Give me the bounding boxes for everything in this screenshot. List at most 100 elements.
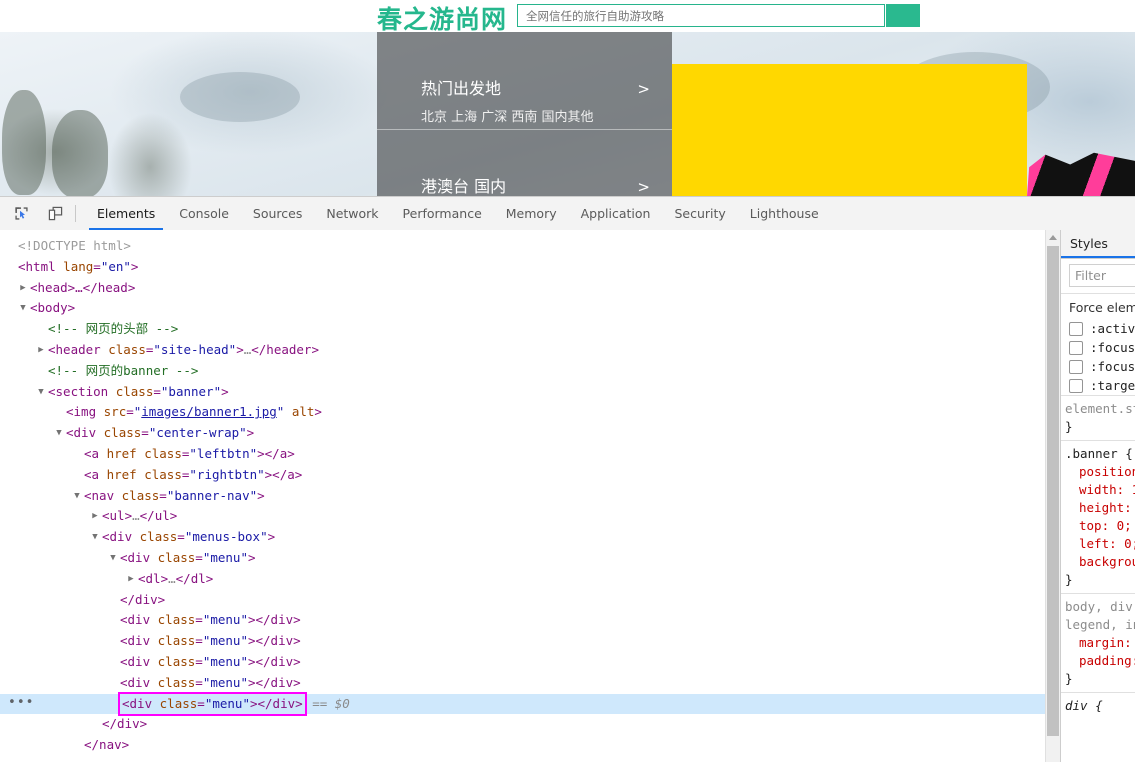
menu-item[interactable]: 港澳台 国内 香港 澳门 台湾 国内其他 > bbox=[377, 146, 672, 196]
tab-sources[interactable]: Sources bbox=[241, 197, 314, 230]
tab-security[interactable]: Security bbox=[662, 197, 737, 230]
rule-prop[interactable]: height: 600px; bbox=[1065, 499, 1135, 517]
twisty-icon[interactable] bbox=[18, 278, 28, 299]
twisty-icon[interactable] bbox=[18, 298, 28, 319]
img-src-link[interactable]: images/banner1.jpg bbox=[141, 404, 276, 419]
tab-application[interactable]: Application bbox=[569, 197, 663, 230]
style-rule-reset[interactable]: body, div, dl, dt, dd, ul, ol, li, h1, l… bbox=[1061, 593, 1135, 692]
banner-menus-box: 热门出发地 北京 上海 广深 西南 国内其他 > 港澳台 国内 香港 澳门 台湾… bbox=[377, 32, 672, 196]
dom-line-doctype[interactable]: <!DOCTYPE html> bbox=[0, 236, 1045, 257]
chevron-right-icon: > bbox=[637, 178, 650, 196]
pseudo-label: :focus bbox=[1090, 340, 1135, 355]
pseudo-label: :active bbox=[1090, 321, 1135, 336]
twisty-icon[interactable] bbox=[36, 382, 46, 403]
dom-line-nav-close[interactable]: </nav> bbox=[0, 735, 1045, 756]
search-button[interactable] bbox=[886, 4, 920, 27]
dom-line-menu-empty[interactable]: <div class="menu"></div> bbox=[0, 673, 1045, 694]
dom-line-img[interactable]: <img src="images/banner1.jpg" alt> bbox=[0, 402, 1045, 423]
dom-line-menu-empty[interactable]: <div class="menu"></div> bbox=[0, 631, 1045, 652]
checkbox-icon[interactable] bbox=[1069, 321, 1083, 336]
style-rule-div[interactable]: div { bbox=[1061, 692, 1135, 719]
devtools-window: 春之游尚网 热门出发地 北京 上海 广 bbox=[0, 0, 1135, 762]
header-search bbox=[517, 4, 920, 29]
checkbox-icon[interactable] bbox=[1069, 340, 1083, 355]
comment-text: <!-- 网页的banner --> bbox=[48, 362, 199, 378]
attr-lang-value: "en" bbox=[100, 258, 131, 274]
rule-prop[interactable]: left: 0; bbox=[1065, 535, 1135, 553]
dom-tree: <!DOCTYPE html> <html lang="en"> <head>…… bbox=[0, 230, 1045, 756]
search-input-wrap[interactable] bbox=[517, 4, 885, 27]
twisty-icon[interactable] bbox=[126, 569, 136, 590]
dom-line-comment-banner[interactable]: <!-- 网页的banner --> bbox=[0, 361, 1045, 382]
dom-line-nav[interactable]: <nav class="banner-nav"> bbox=[0, 486, 1045, 507]
style-rule-element[interactable]: element.style { } bbox=[1061, 395, 1135, 440]
rule-prop[interactable]: padding: 0; bbox=[1065, 652, 1135, 670]
dom-line-ul[interactable]: <ul>…</ul> bbox=[0, 506, 1045, 527]
site-logo[interactable]: 春之游尚网 bbox=[377, 0, 507, 36]
dom-line-center-wrap[interactable]: <div class="center-wrap"> bbox=[0, 423, 1045, 444]
dom-line-menu-open[interactable]: <div class="menu"> bbox=[0, 548, 1045, 569]
twisty-icon[interactable] bbox=[90, 506, 100, 527]
dom-line-menu-empty[interactable]: <div class="menu"></div> bbox=[0, 652, 1045, 673]
more-options-icon[interactable]: ••• bbox=[8, 696, 33, 711]
force-state-label: Force element state bbox=[1069, 300, 1135, 315]
menu-item[interactable]: 热门出发地 北京 上海 广深 西南 国内其他 > bbox=[377, 48, 672, 130]
dom-line-menu-close[interactable]: </div> bbox=[0, 590, 1045, 611]
pseudo-state-target[interactable]: :target bbox=[1061, 376, 1135, 395]
filter-placeholder: Filter bbox=[1075, 268, 1106, 283]
style-rule-banner[interactable]: .banner { position: relative; width: 100… bbox=[1061, 440, 1135, 593]
rule-prop[interactable]: width: 100%; bbox=[1065, 481, 1135, 499]
dom-line-menusbox-close[interactable]: </div> bbox=[0, 714, 1045, 735]
tab-lighthouse[interactable]: Lighthouse bbox=[738, 197, 831, 230]
rule-prop[interactable]: top: 0; bbox=[1065, 517, 1135, 535]
dom-line-header[interactable]: <header class="site-head">…</header> bbox=[0, 340, 1045, 361]
rule-prop[interactable]: background: #fff; bbox=[1065, 553, 1135, 571]
twisty-icon[interactable] bbox=[90, 527, 100, 548]
dom-line-menu-empty[interactable]: <div class="menu"></div> bbox=[0, 610, 1045, 631]
rule-prop[interactable]: position: relative; bbox=[1065, 463, 1135, 481]
devtools-tabs: Elements Console Sources Network Perform… bbox=[85, 197, 831, 230]
styles-filter-input[interactable]: Filter bbox=[1069, 264, 1135, 287]
dom-scrollbar[interactable] bbox=[1045, 230, 1060, 762]
banner-decoration bbox=[1027, 152, 1135, 196]
tab-performance[interactable]: Performance bbox=[391, 197, 494, 230]
rule-selector: body, div, dl, dt, dd, ul, ol, li, h1, bbox=[1065, 599, 1135, 614]
inspected-page-viewport: 春之游尚网 热门出发地 北京 上海 广 bbox=[0, 0, 1135, 196]
scrollbar-thumb[interactable] bbox=[1047, 246, 1059, 736]
pseudo-state-active[interactable]: :active bbox=[1061, 319, 1135, 338]
scroll-up-arrow-icon[interactable] bbox=[1046, 230, 1060, 245]
tab-memory[interactable]: Memory bbox=[494, 197, 569, 230]
twisty-icon[interactable] bbox=[108, 548, 118, 569]
dom-line-comment-head[interactable]: <!-- 网页的头部 --> bbox=[0, 319, 1045, 340]
dom-line-section-banner[interactable]: <section class="banner"> bbox=[0, 382, 1045, 403]
tab-console[interactable]: Console bbox=[167, 197, 241, 230]
device-toolbar-icon[interactable] bbox=[42, 201, 68, 227]
twisty-icon[interactable] bbox=[72, 486, 82, 507]
tab-elements[interactable]: Elements bbox=[85, 197, 167, 230]
checkbox-icon[interactable] bbox=[1069, 378, 1083, 393]
pseudo-state-focus[interactable]: :focus bbox=[1061, 338, 1135, 357]
dom-line-head[interactable]: <head>…</head> bbox=[0, 278, 1045, 299]
tab-network[interactable]: Network bbox=[314, 197, 390, 230]
search-input[interactable] bbox=[518, 5, 884, 26]
dom-line-html[interactable]: <html lang="en"> bbox=[0, 257, 1045, 278]
pseudo-state-focus-within[interactable]: :focus-within bbox=[1061, 357, 1135, 376]
checkbox-icon[interactable] bbox=[1069, 359, 1083, 374]
tab-styles[interactable]: Styles bbox=[1061, 230, 1135, 258]
rule-prop[interactable]: margin: 0; bbox=[1065, 634, 1135, 652]
dom-tree-pane[interactable]: <!DOCTYPE html> <html lang="en"> <head>…… bbox=[0, 230, 1045, 762]
dom-line-menu-selected[interactable]: ••• <div class="menu"></div> == $0 bbox=[0, 691, 1045, 717]
dom-line-body[interactable]: <body> bbox=[0, 298, 1045, 319]
rule-selector: element.style { bbox=[1065, 401, 1135, 416]
doctype-text: <!DOCTYPE html> bbox=[18, 238, 131, 253]
inspect-element-icon[interactable] bbox=[8, 201, 34, 227]
snow-texture bbox=[180, 72, 300, 122]
styles-tabbar: Styles bbox=[1061, 230, 1135, 259]
twisty-icon[interactable] bbox=[54, 423, 64, 444]
dom-line-leftbtn[interactable]: <a href class="leftbtn"></a> bbox=[0, 444, 1045, 465]
dom-line-menus-box[interactable]: <div class="menus-box"> bbox=[0, 527, 1045, 548]
dom-line-dl[interactable]: <dl>…</dl> bbox=[0, 569, 1045, 590]
twisty-icon[interactable] bbox=[36, 340, 46, 361]
comment-text: <!-- 网页的头部 --> bbox=[48, 321, 179, 337]
dom-line-rightbtn[interactable]: <a href class="rightbtn"></a> bbox=[0, 465, 1045, 486]
